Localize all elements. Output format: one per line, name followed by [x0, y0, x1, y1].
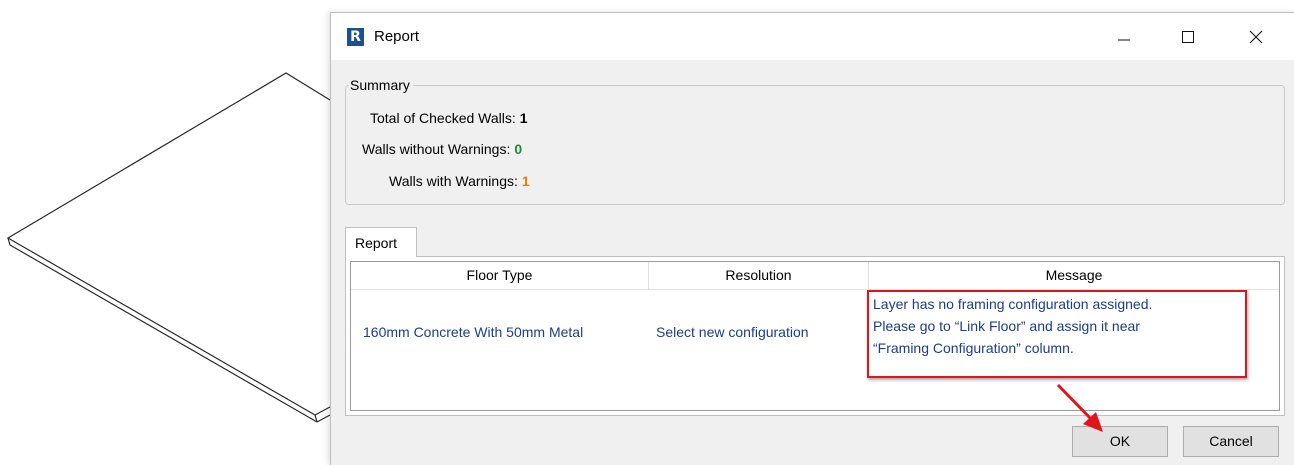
message-line: Layer has no framing configuration assig…: [873, 296, 1153, 312]
minimize-button[interactable]: [1101, 13, 1147, 60]
tab-report[interactable]: Report: [345, 227, 417, 257]
summary-value: 1: [521, 173, 530, 189]
message-line: “Framing Configuration” column.: [873, 340, 1074, 356]
summary-legend: Summary: [349, 77, 413, 93]
cell-resolution[interactable]: Select new configuration: [656, 321, 866, 343]
close-icon: [1249, 30, 1263, 43]
message-line: Please go to “Link Floor” and assign it …: [873, 318, 1140, 334]
column-header-resolution[interactable]: Resolution: [649, 262, 869, 289]
summary-label: Walls with Warnings:: [389, 173, 518, 189]
cancel-button[interactable]: Cancel: [1183, 426, 1279, 457]
report-dialog: R Report Summary Total of Checked Walls:…: [330, 12, 1294, 465]
report-table[interactable]: Floor Type Resolution Message 160mm Conc…: [350, 261, 1280, 411]
ok-button[interactable]: OK: [1072, 426, 1168, 457]
summary-without-warnings: Walls without Warnings: 0: [362, 140, 522, 158]
maximize-button[interactable]: [1165, 13, 1211, 60]
summary-with-warnings: Walls with Warnings: 1: [389, 172, 530, 190]
summary-label: Total of Checked Walls:: [370, 110, 516, 126]
maximize-icon: [1182, 30, 1194, 43]
summary-value: 0: [514, 141, 523, 157]
table-header: Floor Type Resolution Message: [351, 262, 1279, 290]
summary-total-checked: Total of Checked Walls: 1: [370, 109, 528, 127]
summary-label: Walls without Warnings:: [362, 141, 511, 157]
close-button[interactable]: [1233, 13, 1279, 60]
window-title: Report: [374, 28, 420, 45]
cell-message[interactable]: Layer has no framing configuration assig…: [867, 291, 1245, 361]
revit-app-icon: R: [347, 28, 364, 46]
column-header-floor-type[interactable]: Floor Type: [351, 262, 649, 289]
minimize-icon: [1118, 39, 1130, 40]
column-header-message[interactable]: Message: [869, 262, 1279, 289]
cell-floor-type[interactable]: 160mm Concrete With 50mm Metal: [363, 321, 649, 343]
summary-value: 1: [519, 110, 528, 126]
screen: R Report Summary Total of Checked Walls:…: [0, 0, 1294, 465]
title-bar[interactable]: R Report: [331, 13, 1294, 60]
report-tab-panel: Floor Type Resolution Message 160mm Conc…: [345, 256, 1285, 416]
